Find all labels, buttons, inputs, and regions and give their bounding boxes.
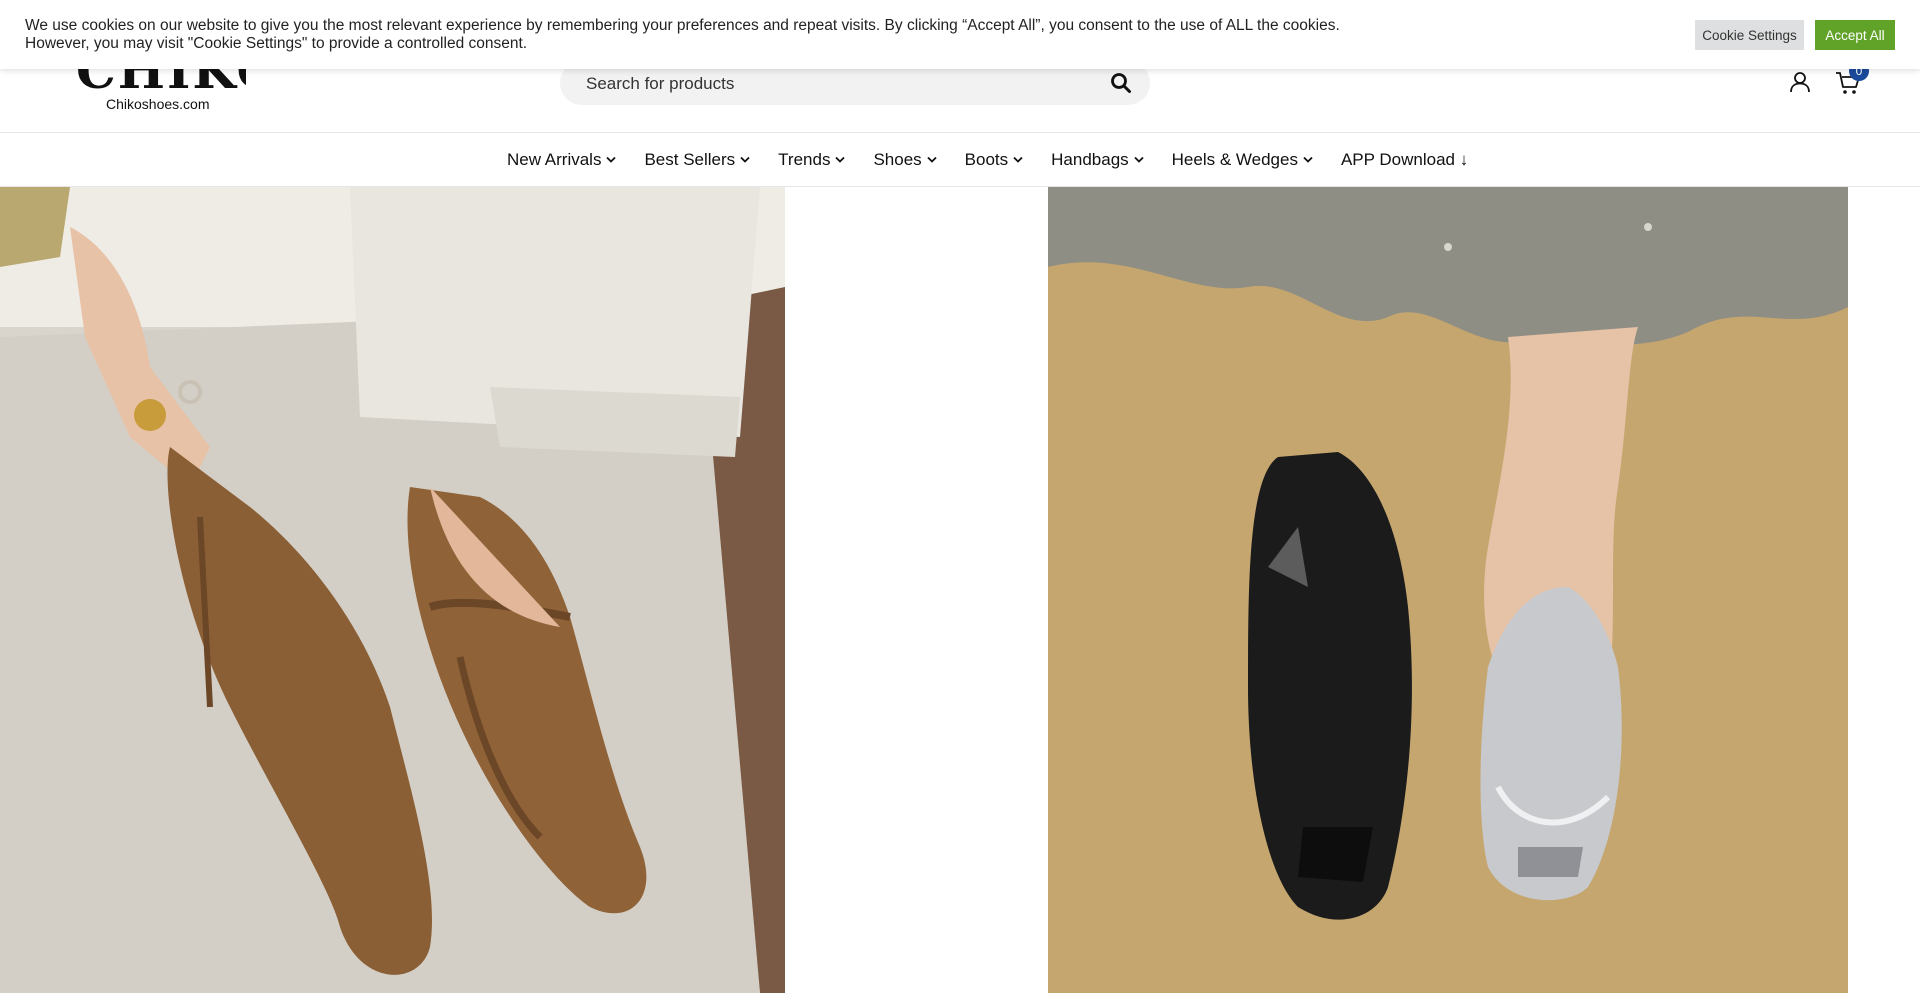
chevron-down-icon — [1303, 156, 1313, 163]
hero-image-leather-slingbacks[interactable] — [1048, 187, 1848, 993]
chevron-down-icon — [1013, 156, 1023, 163]
nav-item-label: APP Download ↓ — [1340, 149, 1469, 169]
nav-item-heels-wedges[interactable]: Heels & Wedges — [1172, 150, 1313, 170]
nav-item-boots[interactable]: Boots — [965, 150, 1023, 170]
main-nav: New Arrivals Best Sellers Trends Shoes B… — [0, 133, 1920, 186]
nav-item-label: Best Sellers — [644, 149, 736, 169]
chevron-down-icon — [835, 156, 846, 163]
search-icon[interactable] — [1110, 72, 1132, 94]
chevron-down-icon — [740, 156, 750, 163]
chevron-down-icon — [1134, 156, 1144, 163]
nav-item-label: Handbags — [1051, 149, 1129, 169]
nav-item-label: Shoes — [873, 149, 922, 169]
nav-item-label: Heels & Wedges — [1171, 149, 1298, 169]
nav-item-best-sellers[interactable]: Best Sellers — [644, 150, 750, 170]
hero-image-suede-slingbacks[interactable] — [0, 187, 785, 993]
nav-item-trends[interactable]: Trends — [778, 149, 846, 170]
nav-item-shoes[interactable]: Shoes — [873, 149, 937, 170]
chevron-down-icon — [606, 156, 617, 163]
nav-item-label: Trends — [778, 149, 831, 169]
accept-all-button[interactable]: Accept All — [1815, 20, 1895, 50]
chevron-down-icon — [927, 156, 937, 163]
nav-item-label: Boots — [964, 149, 1009, 169]
nav-item-app-download[interactable]: APP Download ↓ — [1341, 150, 1468, 170]
cookie-message: We use cookies on our website to give yo… — [25, 17, 1340, 52]
user-icon[interactable] — [1788, 70, 1812, 94]
nav-item-new-arrivals[interactable]: New Arrivals — [507, 149, 617, 170]
cookie-banner: We use cookies on our website to give yo… — [0, 0, 1920, 69]
logo-domain: Chikoshoes.com — [106, 96, 210, 112]
nav-item-label: New Arrivals — [507, 149, 602, 169]
nav-item-handbags[interactable]: Handbags — [1051, 150, 1144, 170]
cookie-settings-button[interactable]: Cookie Settings — [1695, 20, 1804, 50]
